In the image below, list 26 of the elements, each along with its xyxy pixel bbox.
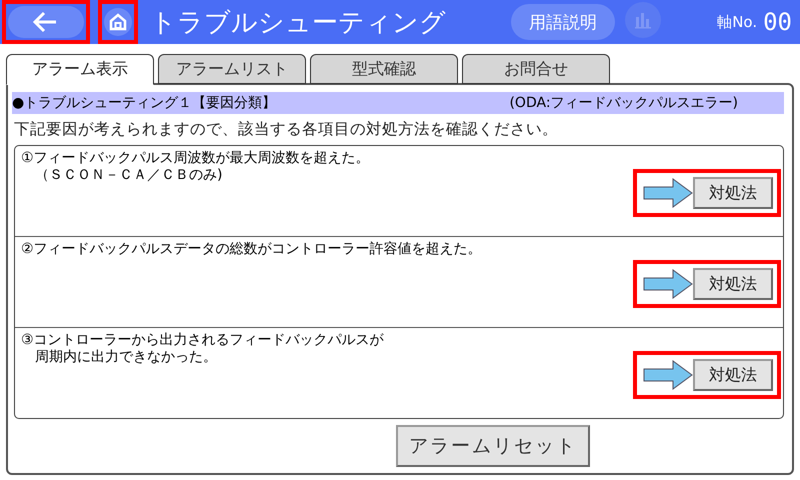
arrow-icon [643, 360, 693, 390]
axis-number: 00 [763, 8, 792, 36]
remedy-button[interactable]: 対処法 [693, 359, 773, 391]
tab[interactable]: アラーム表示 [6, 54, 154, 85]
cause-text: ③コントローラーから出力されるフィードバックパルスが [21, 332, 385, 349]
arrow-icon [643, 269, 693, 299]
cause-text: （ＳＣＯＮ－ＣＡ／ＣＢのみ) [34, 167, 224, 184]
cause-text: ①フィードバックパルス周波数が最大周波数を超えた。 [21, 150, 371, 167]
home-icon [104, 8, 132, 36]
back-arrow-icon [32, 12, 58, 32]
cause-text: ②フィードバックパルスデータの総数がコントローラー許容値を超えた。 [21, 241, 483, 258]
remedy-button[interactable]: 対処法 [693, 177, 773, 209]
tab[interactable]: アラームリスト [158, 54, 306, 84]
banner-title: ●トラブルシューティング１【要因分類】 [12, 94, 276, 112]
tab[interactable]: 型式確認 [310, 54, 458, 84]
home-button[interactable] [98, 0, 138, 44]
back-button[interactable] [2, 0, 90, 44]
cause-text: 周期内に出力できなかった。 [34, 349, 218, 366]
tab[interactable]: お問合せ [462, 54, 610, 84]
screen-title: トラブルシューティング [150, 6, 447, 40]
alarm-reset-button[interactable]: アラームリセット [396, 425, 590, 467]
arrow-icon [643, 178, 693, 208]
instruction-text: 下記要因が考えられますので、該当する各項目の対処方法を確認ください。 [14, 119, 559, 140]
alarm-code: (ODA:フィードバックパルスエラー) [509, 94, 738, 112]
axis-label: 軸No. [717, 12, 758, 32]
remedy-button[interactable]: 対処法 [693, 268, 773, 300]
